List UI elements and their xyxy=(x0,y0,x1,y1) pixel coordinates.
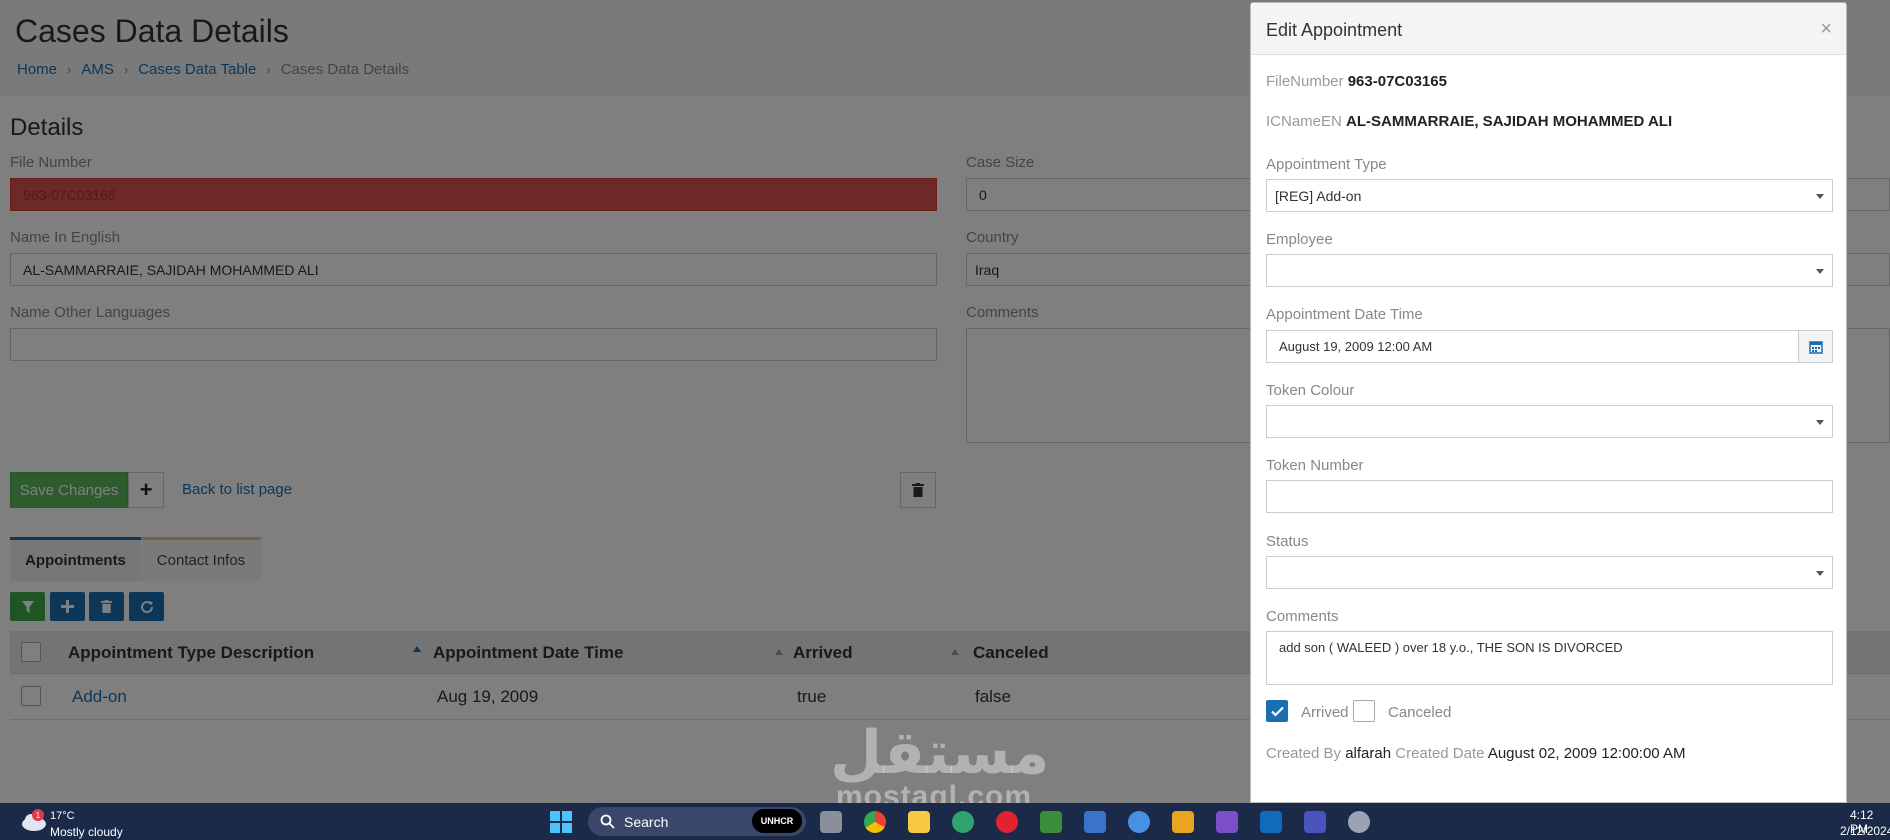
icname-info: ICNameEN AL-SAMMARRAIE, SAJIDAH MOHAMMED… xyxy=(1266,113,1672,130)
datetime-label: Appointment Date Time xyxy=(1266,306,1423,323)
chevron-down-icon xyxy=(1816,420,1824,425)
file-number-info: FileNumber 963-07C03165 xyxy=(1266,73,1447,90)
app-icon[interactable] xyxy=(1084,811,1106,833)
calendar-icon xyxy=(1808,340,1823,354)
datetime-value: August 19, 2009 12:00 AM xyxy=(1279,339,1433,354)
status-select[interactable] xyxy=(1266,556,1833,589)
app-icon[interactable] xyxy=(1040,811,1062,833)
appointment-type-select[interactable]: [REG] Add-on xyxy=(1266,179,1833,212)
canceled-checkbox[interactable] xyxy=(1353,700,1375,722)
search-icon xyxy=(600,814,615,829)
token-colour-label: Token Colour xyxy=(1266,382,1355,399)
arrived-checkbox[interactable] xyxy=(1266,700,1288,722)
created-date-label: Created Date xyxy=(1395,745,1485,762)
canceled-label: Canceled xyxy=(1388,704,1452,721)
app-icon[interactable] xyxy=(1172,811,1194,833)
arrived-label: Arrived xyxy=(1301,704,1349,721)
unhcr-app-icon[interactable]: UNHCR xyxy=(752,809,802,833)
weather-description[interactable]: Mostly cloudy xyxy=(50,825,123,839)
visual-studio-icon[interactable] xyxy=(1216,811,1238,833)
chevron-down-icon xyxy=(1816,269,1824,274)
token-number-label: Token Number xyxy=(1266,457,1364,474)
close-icon[interactable]: × xyxy=(1820,18,1832,41)
status-label: Status xyxy=(1266,533,1309,550)
taskbar: 1 17°C Mostly cloudy Search UNHCR 4:12 P… xyxy=(0,803,1890,840)
modal-header: Edit Appointment × xyxy=(1251,3,1846,55)
file-number-info-label: FileNumber xyxy=(1266,73,1344,90)
edit-appointment-modal: Edit Appointment × FileNumber 963-07C031… xyxy=(1250,2,1847,803)
employee-label: Employee xyxy=(1266,231,1333,248)
notification-badge: 1 xyxy=(32,809,44,821)
created-by-value: alfarah xyxy=(1345,745,1392,762)
file-number-info-value: 963-07C03165 xyxy=(1347,73,1447,90)
chrome-icon[interactable] xyxy=(864,811,886,833)
outlook-icon[interactable] xyxy=(1260,811,1282,833)
modal-title: Edit Appointment xyxy=(1266,20,1403,40)
task-view-icon[interactable] xyxy=(820,811,842,833)
chevron-down-icon xyxy=(1816,194,1824,199)
appointment-type-value: [REG] Add-on xyxy=(1275,187,1362,204)
check-icon xyxy=(1270,706,1284,717)
windows-start-icon[interactable] xyxy=(550,811,572,833)
app-icon[interactable] xyxy=(1128,811,1150,833)
icname-info-value: AL-SAMMARRAIE, SAJIDAH MOHAMMED ALI xyxy=(1346,113,1673,130)
token-number-input[interactable] xyxy=(1266,480,1833,513)
search-label: Search xyxy=(624,814,669,830)
calendar-button[interactable] xyxy=(1798,330,1833,363)
employee-select[interactable] xyxy=(1266,254,1833,287)
comments-modal-label: Comments xyxy=(1266,608,1339,625)
opera-icon[interactable] xyxy=(996,811,1018,833)
created-date-value: August 02, 2009 12:00:00 AM xyxy=(1487,745,1686,762)
created-by-label: Created By xyxy=(1266,745,1342,762)
token-colour-select[interactable] xyxy=(1266,405,1833,438)
chevron-down-icon xyxy=(1816,571,1824,576)
watermark-logo-arabic: مستقل xyxy=(830,718,1050,788)
appointment-type-label: Appointment Type xyxy=(1266,156,1387,173)
weather-temperature[interactable]: 17°C xyxy=(50,810,75,822)
teams-icon[interactable] xyxy=(1304,811,1326,833)
icname-info-label: ICNameEN xyxy=(1266,113,1342,130)
file-explorer-icon[interactable] xyxy=(908,811,930,833)
settings-gear-icon[interactable] xyxy=(1348,811,1370,833)
edge-icon[interactable] xyxy=(952,811,974,833)
comments-textarea[interactable]: add son ( WALEED ) over 18 y.o., THE SON… xyxy=(1266,631,1833,685)
datetime-picker[interactable]: August 19, 2009 12:00 AM xyxy=(1266,330,1833,363)
created-info: Created By alfarah Created Date August 0… xyxy=(1266,745,1685,762)
clock-date[interactable]: 2/12/2024 xyxy=(1840,824,1890,838)
